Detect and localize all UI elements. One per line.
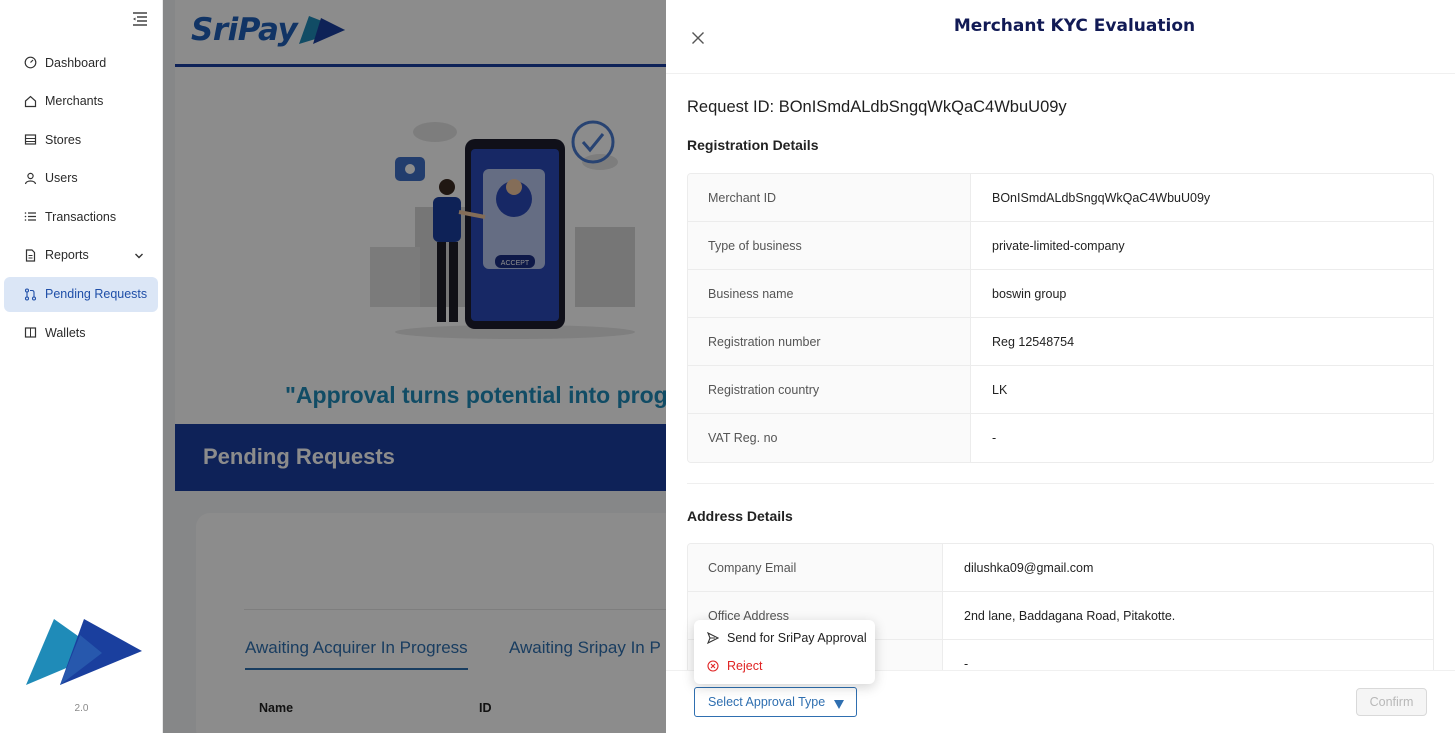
sidebar-item-pending-requests[interactable]: Pending Requests xyxy=(4,276,158,312)
file-icon xyxy=(24,249,37,262)
field-value: private-limited-company xyxy=(992,238,1125,253)
sidebar-item-label: Dashboard xyxy=(45,55,107,70)
table-row: Registration country LK xyxy=(688,366,1433,414)
sidebar-item-label: Users xyxy=(45,171,78,186)
sidebar-item-label: Wallets xyxy=(45,325,86,340)
field-label: Merchant ID xyxy=(688,174,971,221)
request-id: Request ID: BOnISmdALdbSngqWkQaC4WbuU09y xyxy=(687,98,1067,116)
field-value: - xyxy=(992,431,997,445)
option-label: Send for SriPay Approval xyxy=(727,631,867,645)
table-row: Type of business private-limited-company xyxy=(688,222,1433,270)
sidebar-item-label: Reports xyxy=(45,248,89,263)
send-icon xyxy=(706,631,720,645)
table-row: Company Email dilushka09@gmail.com xyxy=(688,544,1433,592)
close-circle-icon xyxy=(707,660,719,672)
drawer-body[interactable]: Request ID: BOnISmdALdbSngqWkQaC4WbuU09y… xyxy=(666,74,1455,670)
dashboard-icon xyxy=(24,56,37,69)
table-row: Merchant ID BOnISmdALdbSngqWkQaC4WbuU09y xyxy=(688,174,1433,222)
home-icon xyxy=(24,95,37,108)
store-icon xyxy=(24,133,37,146)
chevron-down-icon[interactable] xyxy=(134,250,144,260)
sripay-logo-icon xyxy=(24,615,144,692)
sidebar-item-dashboard[interactable]: Dashboard xyxy=(4,45,158,80)
field-label: VAT Reg. no xyxy=(688,414,971,462)
confirm-button[interactable]: Confirm xyxy=(1356,688,1427,716)
approval-type-dropdown: Send for SriPay Approval Reject xyxy=(694,620,875,684)
select-placeholder: Select Approval Type xyxy=(708,695,826,709)
pull-request-icon xyxy=(24,288,37,301)
field-value: LK xyxy=(992,382,1008,397)
list-icon xyxy=(24,210,37,223)
sidebar: Dashboard Merchants Stores Users Transac… xyxy=(0,0,163,733)
field-value: boswin group xyxy=(992,286,1067,301)
wallet-icon xyxy=(24,326,37,339)
drawer-header: Merchant KYC Evaluation xyxy=(666,0,1455,74)
field-value: Reg 12548754 xyxy=(992,334,1075,349)
address-details-title: Address Details xyxy=(687,508,793,524)
menu-collapse-icon[interactable] xyxy=(132,12,150,30)
sidebar-item-users[interactable]: Users xyxy=(4,161,158,196)
sidebar-item-label: Transactions xyxy=(45,209,117,224)
field-value: 2nd lane, Baddagana Road, Pitakotte. xyxy=(964,608,1176,623)
sidebar-item-label: Pending Requests xyxy=(45,287,148,302)
field-value: - xyxy=(964,657,969,670)
option-reject[interactable]: Reject xyxy=(694,652,875,680)
sidebar-item-label: Stores xyxy=(45,132,82,147)
table-row: Registration number Reg 12548754 xyxy=(688,318,1433,366)
table-row: VAT Reg. no - xyxy=(688,414,1433,462)
field-label: Type of business xyxy=(688,222,971,269)
sidebar-item-stores[interactable]: Stores xyxy=(4,122,158,157)
field-label: Registration country xyxy=(688,366,971,413)
option-send-for-sripay-approval[interactable]: Send for SriPay Approval xyxy=(694,624,875,652)
field-value: dilushka09@gmail.com xyxy=(964,560,1094,575)
drawer-title: Merchant KYC Evaluation xyxy=(953,16,1196,36)
field-label: Business name xyxy=(688,270,971,317)
sidebar-nav: Dashboard Merchants Stores Users Transac… xyxy=(4,45,158,354)
sidebar-item-reports[interactable]: Reports xyxy=(4,238,158,273)
approval-type-select[interactable]: Select Approval Type xyxy=(694,687,857,717)
caret-down-icon xyxy=(834,698,844,709)
user-icon xyxy=(24,172,37,185)
field-value: BOnISmdALdbSngqWkQaC4WbuU09y xyxy=(992,190,1211,205)
sidebar-item-label: Merchants xyxy=(45,94,104,109)
sidebar-item-merchants[interactable]: Merchants xyxy=(4,84,158,119)
option-label: Reject xyxy=(727,659,763,673)
sidebar-item-transactions[interactable]: Transactions xyxy=(4,199,158,234)
registration-details-title: Registration Details xyxy=(687,137,819,153)
field-label: Company Email xyxy=(688,544,943,591)
field-label: Registration number xyxy=(688,318,971,365)
section-divider xyxy=(687,483,1434,484)
sidebar-item-wallets[interactable]: Wallets xyxy=(4,315,158,350)
version-label: 2.0 xyxy=(74,703,89,714)
registration-details-table: Merchant ID BOnISmdALdbSngqWkQaC4WbuU09y… xyxy=(687,173,1434,463)
table-row: Business name boswin group xyxy=(688,270,1433,318)
